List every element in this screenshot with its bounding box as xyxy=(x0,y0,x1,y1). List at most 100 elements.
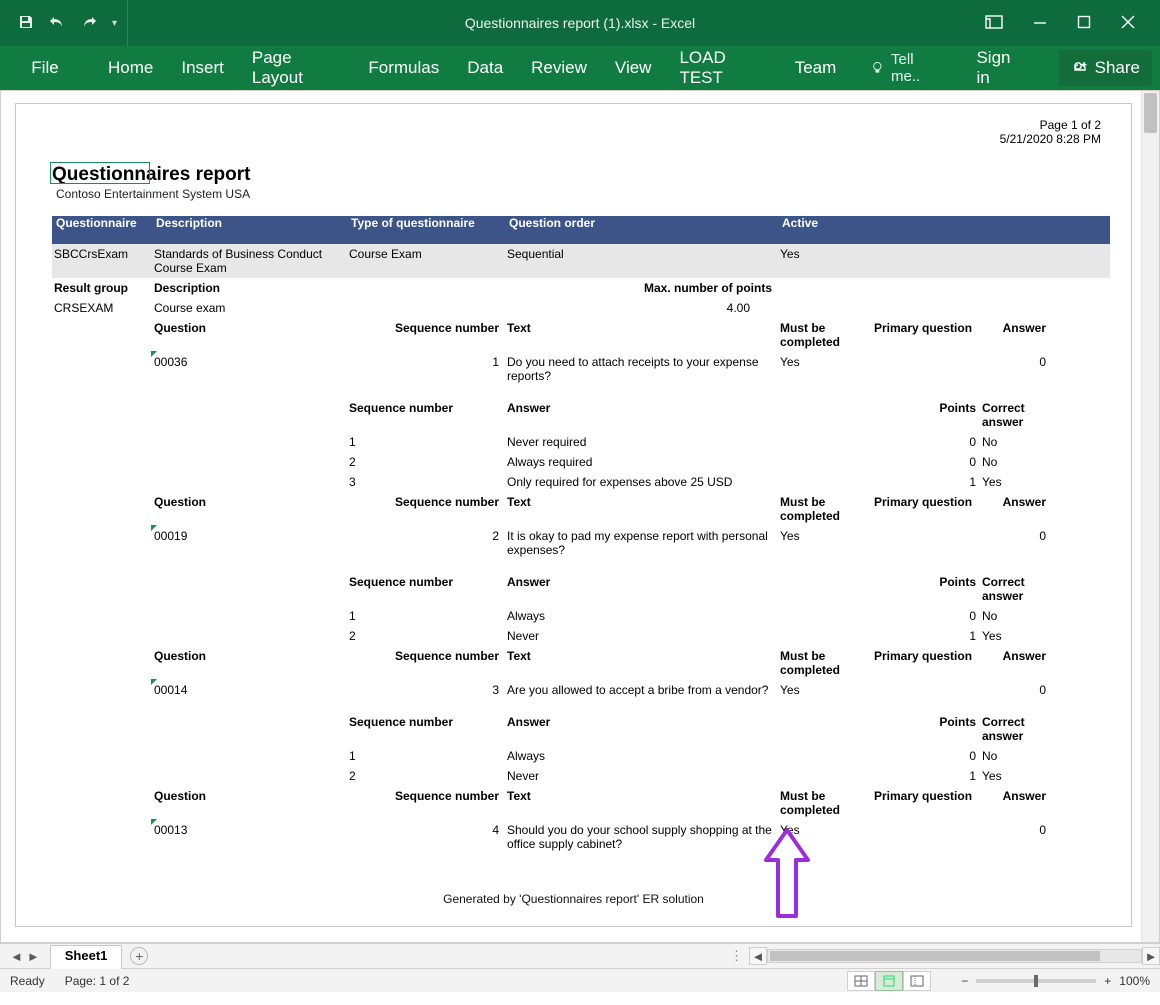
tab-home[interactable]: Home xyxy=(106,58,155,78)
col-seq: Sequence number xyxy=(347,786,505,806)
col-primary: Primary question xyxy=(872,646,982,666)
col-active: Active xyxy=(778,216,872,230)
question-text: Should you do your school supply shoppin… xyxy=(505,820,778,854)
answer-text: Never xyxy=(505,766,778,786)
view-page-break-icon[interactable] xyxy=(903,971,931,991)
answer-correct: No xyxy=(982,746,1052,766)
col-max: Max. number of points xyxy=(347,278,778,298)
tab-view[interactable]: View xyxy=(613,58,654,78)
status-ready: Ready xyxy=(10,974,45,988)
answer-correct: Yes xyxy=(982,626,1052,646)
tell-me-search[interactable]: Tell me.. xyxy=(870,51,942,85)
tab-review[interactable]: Review xyxy=(529,58,589,78)
sign-in-button[interactable]: Sign in xyxy=(966,48,1034,88)
answer-header: Sequence number Answer Points Correct an… xyxy=(52,712,1110,746)
save-icon[interactable] xyxy=(18,14,34,33)
question-ans: 0 xyxy=(982,680,1052,700)
answer-points: 1 xyxy=(778,626,982,646)
lightbulb-icon xyxy=(870,60,885,76)
answer-seq: 2 xyxy=(347,452,505,472)
sheet-nav-next-icon[interactable]: ► xyxy=(27,949,40,964)
print-preview-area: Page 1 of 2 5/21/2020 8:28 PM Questionna… xyxy=(0,90,1160,943)
sheet-nav-prev-icon[interactable]: ◄ xyxy=(10,949,23,964)
minimize-icon[interactable] xyxy=(1033,15,1047,32)
question-must: Yes xyxy=(778,820,872,840)
view-normal-icon[interactable] xyxy=(847,971,875,991)
zoom-out-icon[interactable]: − xyxy=(961,974,968,988)
question-header: Question Sequence number Text Must be co… xyxy=(52,646,1110,680)
col-answer: Answer xyxy=(505,572,778,592)
col-must: Must be completed xyxy=(778,786,872,820)
col-must: Must be completed xyxy=(778,492,872,526)
col-seq: Sequence number xyxy=(347,398,505,418)
main-order: Sequential xyxy=(505,244,778,264)
horizontal-scrollbar[interactable]: ⋮ ◄ ► xyxy=(730,947,1160,965)
answer-text: Never required xyxy=(505,432,778,452)
page-datetime: 5/21/2020 8:28 PM xyxy=(1000,132,1101,146)
answer-row: 1 Never required 0 No xyxy=(52,432,1110,452)
answer-correct: No xyxy=(982,432,1052,452)
tab-file[interactable]: File xyxy=(0,46,90,90)
answer-header: Sequence number Answer Points Correct an… xyxy=(52,398,1110,432)
tab-insert[interactable]: Insert xyxy=(179,58,226,78)
hscroll-left-icon[interactable]: ◄ xyxy=(749,947,767,965)
question-ans: 0 xyxy=(982,526,1052,546)
col-question: Question xyxy=(152,786,347,806)
col-answer: Answer xyxy=(982,786,1052,806)
answer-row: 1 Always 0 No xyxy=(52,746,1110,766)
col-primary: Primary question xyxy=(872,492,982,512)
col-points: Points xyxy=(778,398,982,418)
view-page-layout-icon[interactable] xyxy=(875,971,903,991)
question-seq: 3 xyxy=(347,680,505,700)
col-correct: Correct answer xyxy=(982,712,1052,746)
answer-seq: 1 xyxy=(347,606,505,626)
report-subtitle: Contoso Entertainment System USA xyxy=(56,187,250,201)
answer-points: 1 xyxy=(778,766,982,786)
hscroll-right-icon[interactable]: ► xyxy=(1142,947,1160,965)
answer-row: 3 Only required for expenses above 25 US… xyxy=(52,472,1110,492)
col-text: Text xyxy=(505,646,778,666)
status-bar: Ready Page: 1 of 2 − + 100% xyxy=(0,968,1160,992)
tab-formulas[interactable]: Formulas xyxy=(366,58,441,78)
col-seq: Sequence number xyxy=(347,318,505,338)
answer-correct: No xyxy=(982,606,1052,626)
col-seq: Sequence number xyxy=(347,572,505,592)
zoom-in-icon[interactable]: + xyxy=(1104,974,1111,988)
questionnaire-row: SBCCrsExam Standards of Business Conduct… xyxy=(52,244,1110,278)
page-footer: Generated by 'Questionnaires report' ER … xyxy=(16,892,1131,906)
col-primary: Primary question xyxy=(872,786,982,806)
question-seq: 1 xyxy=(347,352,505,372)
close-icon[interactable] xyxy=(1121,15,1135,32)
tab-data[interactable]: Data xyxy=(465,58,505,78)
col-answer: Answer xyxy=(505,712,778,732)
vertical-scrollbar[interactable] xyxy=(1141,91,1159,942)
rg-max: 4.00 xyxy=(347,298,778,318)
zoom-control[interactable]: − + 100% xyxy=(961,974,1150,988)
tab-load-test[interactable]: LOAD TEST xyxy=(677,48,768,88)
answer-seq: 1 xyxy=(347,746,505,766)
answer-row: 2 Never 1 Yes xyxy=(52,766,1110,786)
undo-icon[interactable] xyxy=(48,14,66,33)
new-sheet-button[interactable]: + xyxy=(130,947,148,965)
tab-team[interactable]: Team xyxy=(793,58,839,78)
col-text: Text xyxy=(505,318,778,338)
question-text: Do you need to attach receipts to your e… xyxy=(505,352,778,386)
qat-dropdown-icon[interactable]: ▾ xyxy=(112,18,117,29)
sheet-tab[interactable]: Sheet1 xyxy=(50,945,123,969)
tab-page-layout[interactable]: Page Layout xyxy=(250,48,342,88)
question-seq: 2 xyxy=(347,526,505,546)
result-group-header: Result group Description Max. number of … xyxy=(52,278,1110,298)
question-seq: 4 xyxy=(347,820,505,840)
page-canvas[interactable]: Page 1 of 2 5/21/2020 8:28 PM Questionna… xyxy=(15,103,1132,927)
redo-icon[interactable] xyxy=(80,14,98,33)
share-button[interactable]: Share xyxy=(1059,50,1152,86)
ribbon-display-icon[interactable] xyxy=(985,15,1003,32)
col-seq: Sequence number xyxy=(347,492,505,512)
question-header: Question Sequence number Text Must be co… xyxy=(52,492,1110,526)
answer-seq: 2 xyxy=(347,766,505,786)
question-id: 00019 xyxy=(152,526,347,546)
col-correct: Correct answer xyxy=(982,398,1052,432)
col-seq: Sequence number xyxy=(347,646,505,666)
maximize-icon[interactable] xyxy=(1077,15,1091,32)
question-ans: 0 xyxy=(982,820,1052,840)
